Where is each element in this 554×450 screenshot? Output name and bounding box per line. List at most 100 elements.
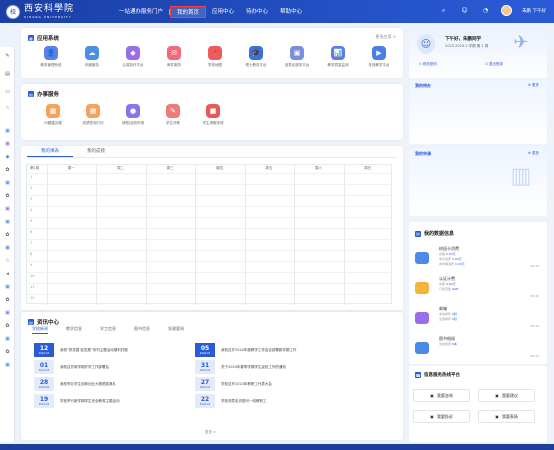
news-month: 2024-02 bbox=[199, 402, 211, 406]
app-shortcut-12-icon[interactable]: ▣ bbox=[0, 280, 15, 293]
apps-card-title: ▦ 应用系统 bbox=[28, 34, 59, 42]
schedule-column bbox=[47, 165, 48, 305]
news-date: 27 2024-02 bbox=[195, 377, 215, 391]
app-shortcut-13-icon[interactable]: ✿ bbox=[0, 293, 15, 306]
nav-my-home[interactable]: 我的首页 bbox=[170, 6, 207, 18]
news-item[interactable]: 01 2024-03 我校召开新学期开学工作部署会 bbox=[34, 360, 109, 374]
nav-app-center[interactable]: 应用中心 bbox=[206, 6, 240, 18]
office-item[interactable]: ▦ 问题建议箱 bbox=[33, 104, 73, 126]
schedule-row-line bbox=[27, 195, 393, 196]
data-item-line: 本月消费 0.00元 bbox=[439, 257, 462, 261]
app-shortcut-5-icon[interactable]: ▣ bbox=[0, 176, 15, 189]
consult-button[interactable]: ▣ 我要咨询 bbox=[413, 389, 470, 402]
profile-greeting: 下午好，朱鹏同学 bbox=[445, 37, 481, 42]
app-shortcut-1-icon[interactable]: ▣ bbox=[0, 124, 15, 137]
nav-todo-center[interactable]: 待办中心 bbox=[240, 6, 274, 18]
suggest-button[interactable]: ▣ 我要建议 bbox=[478, 389, 535, 402]
app-shortcut-14-icon[interactable]: ▣ bbox=[0, 306, 15, 319]
data-item-line: 余额 0.00元 bbox=[439, 252, 456, 256]
news-item[interactable]: 31 2024-02 关于2024年春季学期学生返校工作的通知 bbox=[195, 360, 286, 374]
office-item[interactable]: ▦ 成绩查询打印 bbox=[73, 104, 113, 126]
period-number: 8 bbox=[30, 252, 33, 256]
service-title: ☎ 信息服务热线平台 bbox=[415, 372, 460, 378]
app-item[interactable]: ✉ 邮件服务 bbox=[154, 46, 194, 68]
user-avatar[interactable] bbox=[501, 5, 513, 16]
news-item[interactable]: 27 2024-02 学校召开2024年教职工代表大会 bbox=[195, 377, 272, 391]
data-info-item[interactable]: 图书借阅 当前借阅 0本 08-15 bbox=[409, 334, 547, 364]
search-icon[interactable]: ⌕ bbox=[438, 5, 449, 16]
office-item[interactable]: ✎ 学生评教 bbox=[153, 104, 193, 126]
notification-icon[interactable]: ◔ bbox=[480, 5, 491, 16]
data-item-key: 本学期消费 bbox=[439, 262, 455, 266]
schedule-icon[interactable]: ▤ bbox=[0, 65, 15, 83]
office-card-title: ▤ 办事服务 bbox=[28, 90, 59, 98]
app-item[interactable]: 🎓 硕士教务平台 bbox=[236, 46, 276, 68]
favorite-icon[interactable]: ☆ bbox=[0, 101, 15, 114]
period-number: 2 bbox=[30, 186, 33, 190]
app-item[interactable]: 📍 学校地图 bbox=[195, 46, 235, 68]
app-item[interactable]: ☁ 网盘服务 bbox=[72, 46, 112, 68]
edit-icon[interactable]: ✎ bbox=[0, 47, 15, 65]
app-shortcut-10-icon[interactable]: ▣ bbox=[0, 241, 15, 254]
app-shortcut-15-icon[interactable]: ✿ bbox=[0, 319, 15, 332]
app-shortcut-9-icon[interactable]: ✿ bbox=[0, 228, 15, 241]
news-day: 19 bbox=[39, 395, 49, 403]
news-tab-student[interactable]: 学工信息 bbox=[100, 326, 116, 334]
news-tab-party[interactable]: 党政要闻 bbox=[168, 326, 184, 334]
app-shortcut-7-icon[interactable]: ▣ bbox=[0, 202, 15, 215]
logout-link[interactable]: ⏻ 退出登录 bbox=[485, 62, 503, 67]
change-password-link[interactable]: ⚿ 修改密码 bbox=[419, 62, 437, 67]
nav-help-center[interactable]: 帮助中心 bbox=[274, 6, 308, 18]
app-shortcut-17-icon[interactable]: ✿ bbox=[0, 345, 15, 358]
news-date: 31 2024-02 bbox=[195, 360, 215, 374]
app-label: 学校地图 bbox=[208, 63, 222, 67]
data-info-item[interactable]: 邮箱 未读邮件 0封 全部邮件 0封 08-15 bbox=[409, 304, 547, 334]
apply-more-link[interactable]: ⊕ 更多 bbox=[528, 151, 539, 156]
app-item[interactable]: 📊 教学质量监测 bbox=[318, 46, 358, 68]
tab-my-grades[interactable]: 我的成绩 bbox=[73, 147, 119, 157]
app-shortcut-18-icon[interactable]: ▣ bbox=[0, 358, 15, 371]
app-shortcut-16-icon[interactable]: ▣ bbox=[0, 332, 15, 345]
news-tab-school[interactable]: 学校新闻 bbox=[32, 326, 48, 334]
complain-button[interactable]: ▣ 我要投诉 bbox=[413, 410, 470, 423]
service-title-text: 信息服务热线平台 bbox=[424, 373, 460, 378]
app-shortcut-11-icon[interactable]: ☆ bbox=[0, 254, 15, 267]
app-shortcut-2-icon[interactable]: ▣ bbox=[0, 137, 15, 150]
news-more-link[interactable]: 更多 > bbox=[205, 430, 216, 435]
schedule-row-line bbox=[27, 294, 393, 295]
app-shortcut-8-icon[interactable]: ▣ bbox=[0, 215, 15, 228]
apps-more-link[interactable]: 更多应用 > bbox=[375, 34, 396, 40]
data-info-item[interactable]: 认证计费 余额 0.00元 已用流量 0GB 08-15 bbox=[409, 274, 547, 304]
office-item[interactable]: ■ 学生请假申请 bbox=[193, 104, 233, 126]
news-item[interactable]: 22 2024-02 学校领导走访慰问一线教职工 bbox=[195, 394, 267, 408]
news-item[interactable]: 05 2024-03 我校召开2024年度教学工作会议部署新学期工作 bbox=[195, 343, 296, 357]
app-item[interactable]: ◆ 云端协作平台 bbox=[113, 46, 153, 68]
praise-button[interactable]: ▣ 我要表扬 bbox=[478, 410, 535, 423]
office-item[interactable]: ● 请假/返校申请 bbox=[113, 104, 153, 126]
university-logo[interactable]: 校 西安科學院 XIHANG UNIVERSITY bbox=[6, 4, 74, 19]
period-number: 10 bbox=[30, 274, 35, 278]
collapse-arrow-icon[interactable]: ◂ bbox=[0, 267, 15, 280]
app-shortcut-4-icon[interactable]: ✿ bbox=[0, 163, 15, 176]
tab-my-schedule[interactable]: 我的课表 bbox=[27, 147, 73, 157]
app-item[interactable]: 👤 教务管理系统 bbox=[31, 46, 71, 68]
news-item[interactable]: 19 2024-02 学校举行新学期学生安全教育主题活动 bbox=[34, 394, 120, 408]
day-header: 周日 bbox=[364, 166, 372, 170]
todo-more-link[interactable]: ⊕ 更多 bbox=[528, 83, 539, 88]
news-item[interactable]: 12 2024-03 我校“抓党建 促发展”系列主题活动顺利开展 bbox=[34, 343, 128, 357]
news-icon[interactable]: ▭ bbox=[0, 83, 15, 101]
app-item[interactable]: ▶ 在线教学平台 bbox=[359, 46, 399, 68]
app-shortcut-6-icon[interactable]: ✿ bbox=[0, 189, 15, 202]
week-label[interactable]: 第1周 bbox=[30, 166, 39, 171]
app-icon: ▶ bbox=[372, 46, 386, 60]
app-item[interactable]: ▣ 信息化服务平台 bbox=[277, 46, 317, 68]
schedule-row-line bbox=[27, 217, 393, 218]
data-info-item[interactable]: 校园卡消费 余额 0.00元 本月消费 0.00元 本学期消费 0.00元 08-15 bbox=[409, 244, 547, 274]
user-greeting[interactable]: 朱鹏 下午好 bbox=[522, 8, 546, 14]
news-tab-teaching[interactable]: 教学信息 bbox=[66, 326, 82, 334]
app-shortcut-3-icon[interactable]: ◆ bbox=[0, 150, 15, 163]
message-icon[interactable]: ☺ bbox=[459, 5, 470, 16]
news-tab-library[interactable]: 图书信息 bbox=[134, 326, 150, 334]
nav-portal[interactable]: 一站通办服务门户 bbox=[113, 6, 169, 18]
news-item[interactable]: 28 2024-02 我校举办学生创新创业大赛颁奖典礼 bbox=[34, 377, 116, 391]
